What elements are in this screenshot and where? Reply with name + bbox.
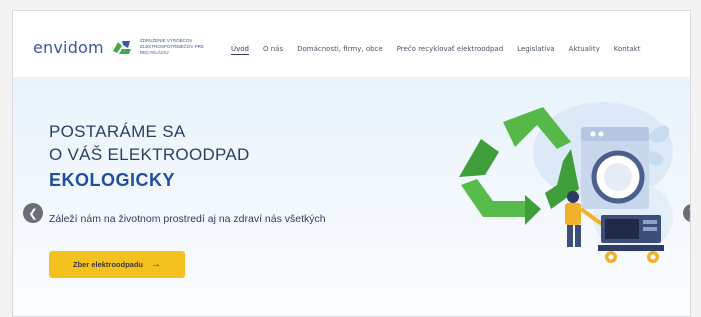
nav-item-uvod[interactable]: Úvod <box>231 45 249 55</box>
browser-viewport: envidom Združenie výrobcov elektrospotre… <box>12 10 691 317</box>
logo-wordmark: envidom <box>33 37 104 57</box>
hero-banner: POSTARÁME SA O VÁŠ ELEKTROODPAD EKOLOGIC… <box>13 77 690 316</box>
nav-item-domacnosti[interactable]: Domácnosti, firmy, obce <box>297 45 383 55</box>
recycle-logo-icon <box>112 41 131 54</box>
chevron-right-icon: ❯ <box>687 207 690 220</box>
cta-label: Zber elektroodpadu <box>72 260 143 269</box>
main-navigation: Úvod O nás Domácnosti, firmy, obce Prečo… <box>231 45 655 55</box>
arrow-right-icon: → <box>151 259 161 270</box>
carousel-next-button[interactable]: ❯ <box>683 204 690 222</box>
hero-subtitle: Záleží nám na životnom prostredí aj na z… <box>49 213 326 225</box>
site-logo[interactable]: envidom Združenie výrobcov elektrospotre… <box>33 37 210 57</box>
carousel-prev-button[interactable]: ❮ <box>23 203 43 223</box>
nav-item-o-nas[interactable]: O nás <box>263 45 283 55</box>
recycling-illustration <box>459 102 673 263</box>
chevron-left-icon: ❮ <box>28 207 38 220</box>
collect-waste-button[interactable]: Zber elektroodpadu → <box>49 251 185 278</box>
nav-item-kontakt[interactable]: Kontakt <box>614 45 641 55</box>
site-header: envidom Združenie výrobcov elektrospotre… <box>13 11 690 77</box>
hero-title-line2: O VÁŠ ELEKTROODPAD <box>49 145 250 164</box>
logo-tagline: Združenie výrobcov elektrospotrebičov pr… <box>139 38 204 55</box>
nav-item-preco-recyklovat[interactable]: Prečo recyklovať elektroodpad <box>397 45 503 55</box>
hero-title-highlight: EKOLOGICKY <box>49 170 176 190</box>
nav-item-aktuality[interactable]: Aktuality <box>569 45 600 55</box>
hero-title-line1: POSTARÁME SA <box>49 122 186 141</box>
nav-item-legislativa[interactable]: Legislatíva <box>517 45 554 55</box>
